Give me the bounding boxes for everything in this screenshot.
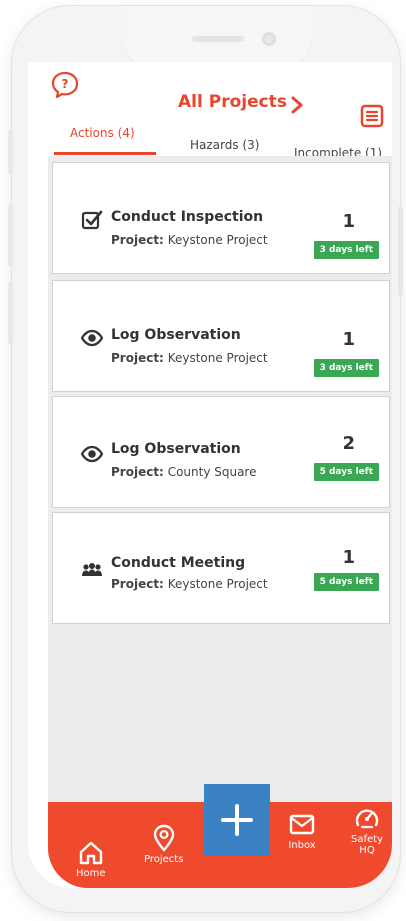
- nav-label: Safety HQ: [351, 834, 383, 856]
- checkbox-icon: [81, 210, 103, 230]
- item-title: Log Observation: [111, 441, 241, 457]
- project-label: Project:: [111, 577, 164, 591]
- list-item[interactable]: Log Observation Project: County Square 2…: [52, 396, 390, 508]
- list-item[interactable]: Log Observation Project: Keystone Projec…: [52, 280, 390, 392]
- item-title: Log Observation: [111, 327, 241, 343]
- nav-safety-hq[interactable]: Safety HQ: [342, 804, 392, 856]
- app-screen: ? All Projects Actions (4) Hazards (3) I…: [28, 62, 392, 888]
- project-name: Keystone Project: [167, 577, 268, 591]
- people-icon: [82, 563, 102, 576]
- project-name: County Square: [167, 465, 257, 479]
- tab-hazards[interactable]: Hazards (3): [190, 138, 259, 152]
- camera: [262, 32, 276, 46]
- svg-text:?: ?: [62, 77, 69, 91]
- speedometer-icon: [355, 809, 379, 829]
- list-item[interactable]: Conduct Meeting Project: Keystone Projec…: [52, 512, 390, 624]
- nav-inbox[interactable]: Inbox: [288, 812, 316, 851]
- location-pin-icon: [153, 824, 174, 852]
- nav-home[interactable]: Home: [76, 840, 106, 879]
- item-count: 1: [342, 329, 355, 350]
- project-label: Project:: [111, 465, 164, 479]
- list-item[interactable]: Conduct Inspection Project: Keystone Pro…: [52, 162, 390, 274]
- due-badge: 3 days left: [313, 359, 379, 377]
- envelope-icon: [289, 814, 315, 835]
- item-project: Project: County Square: [111, 465, 257, 479]
- side-button: [8, 130, 13, 174]
- due-badge: 5 days left: [313, 463, 379, 481]
- item-count: 2: [342, 433, 355, 454]
- nav-label: Inbox: [288, 840, 316, 851]
- eye-icon: [81, 329, 103, 347]
- nav-label: Projects: [144, 854, 184, 865]
- project-label: Project:: [111, 233, 164, 247]
- project-label: Project:: [111, 351, 164, 365]
- project-name: Keystone Project: [167, 233, 268, 247]
- eye-icon: [81, 445, 103, 463]
- item-count: 1: [342, 211, 355, 232]
- project-name: Keystone Project: [167, 351, 268, 365]
- due-badge: 5 days left: [313, 573, 379, 591]
- item-project: Project: Keystone Project: [111, 351, 268, 365]
- page-title[interactable]: All Projects: [178, 92, 287, 112]
- side-button: [398, 206, 403, 296]
- tab-actions[interactable]: Actions (4): [70, 126, 135, 140]
- action-list: Conduct Inspection Project: Keystone Pro…: [48, 156, 392, 856]
- item-count: 1: [342, 547, 355, 568]
- add-button[interactable]: [204, 784, 270, 856]
- nav-projects[interactable]: Projects: [144, 824, 183, 865]
- phone-notch: [122, 6, 312, 70]
- speaker: [192, 36, 244, 42]
- item-title: Conduct Inspection: [111, 209, 264, 225]
- item-project: Project: Keystone Project: [111, 233, 268, 247]
- side-button: [8, 282, 13, 344]
- active-tab-indicator: [54, 152, 156, 155]
- item-title: Conduct Meeting: [111, 555, 246, 571]
- due-badge: 3 days left: [313, 241, 379, 259]
- chevron-right-icon[interactable]: [290, 96, 304, 114]
- side-button: [8, 204, 13, 266]
- plus-icon: [221, 804, 253, 836]
- help-icon[interactable]: ?: [50, 70, 80, 100]
- item-project: Project: Keystone Project: [111, 577, 268, 591]
- home-icon: [79, 841, 102, 865]
- nav-label: Home: [76, 868, 106, 879]
